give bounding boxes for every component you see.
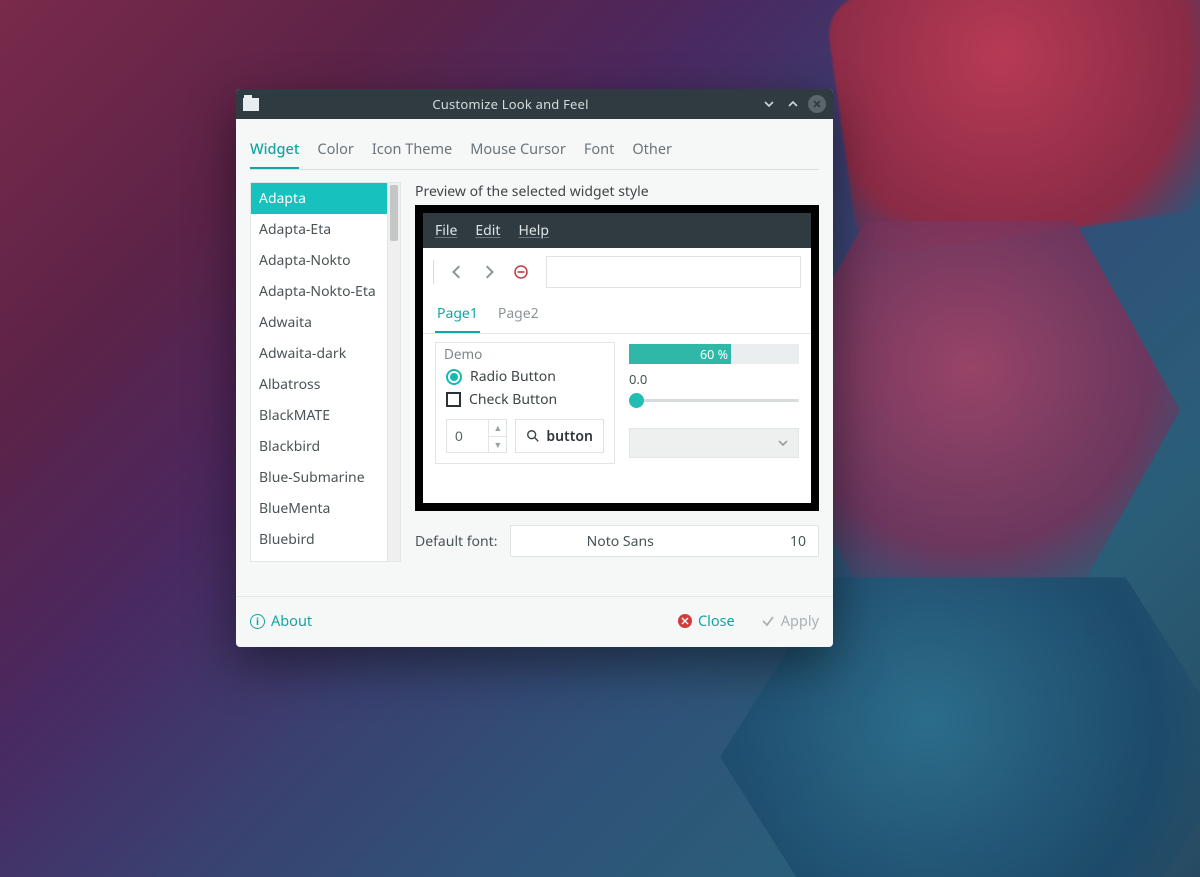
about-button[interactable]: i About: [250, 611, 312, 631]
radio-button[interactable]: Radio Button: [446, 367, 604, 386]
font-family: Noto Sans: [511, 532, 730, 551]
apply-label: Apply: [781, 611, 819, 631]
list-item[interactable]: Blue-Submarine: [251, 462, 387, 493]
list-item[interactable]: Adapta: [251, 183, 387, 214]
toolbar-handle[interactable]: [433, 260, 434, 284]
slider-value-label: 0.0: [629, 370, 799, 388]
back-button[interactable]: [444, 259, 470, 285]
menu-help[interactable]: Help: [518, 221, 549, 240]
titlebar[interactable]: Customize Look and Feel: [236, 89, 833, 119]
list-item[interactable]: Adapta-Nokto-Eta: [251, 276, 387, 307]
tab-widget[interactable]: Widget: [250, 139, 299, 169]
forward-button[interactable]: [476, 259, 502, 285]
chevron-down-icon: [778, 438, 788, 448]
preview-toolbar: [423, 248, 811, 300]
list-item[interactable]: Adwaita: [251, 307, 387, 338]
preview-label: Preview of the selected widget style: [415, 182, 819, 201]
default-font-label: Default font:: [415, 532, 498, 551]
folder-icon: [243, 98, 259, 111]
tab-color[interactable]: Color: [317, 139, 353, 169]
spin-up-icon[interactable]: ▲: [489, 420, 506, 436]
radio-label: Radio Button: [470, 367, 556, 386]
list-item[interactable]: Bluebird: [251, 524, 387, 555]
preview-inner-tabs: Page1 Page2: [423, 300, 811, 334]
close-icon: [678, 614, 692, 628]
demo-button-label: button: [546, 427, 593, 446]
demo-frame: Demo Radio Button Check Button: [435, 342, 615, 464]
tab-other[interactable]: Other: [632, 139, 672, 169]
list-item[interactable]: Adapta-Nokto: [251, 245, 387, 276]
spin-value[interactable]: [447, 420, 488, 452]
category-tabs: Widget Color Icon Theme Mouse Cursor Fon…: [250, 133, 819, 170]
list-item[interactable]: Albatross: [251, 369, 387, 400]
checkbox-icon: [446, 392, 461, 407]
combo-box[interactable]: [629, 428, 799, 458]
list-item[interactable]: Adwaita-dark: [251, 338, 387, 369]
maximize-button[interactable]: [784, 95, 802, 113]
preview-frame: File Edit Help: [415, 205, 819, 511]
menu-edit[interactable]: Edit: [475, 221, 500, 240]
minimize-button[interactable]: [760, 95, 778, 113]
tab-icon-theme[interactable]: Icon Theme: [372, 139, 452, 169]
dialog-footer: i About Close Apply: [236, 596, 833, 647]
search-icon: [526, 429, 540, 443]
info-icon: i: [250, 614, 265, 629]
progress-label: 60 %: [700, 346, 728, 363]
tab-page1[interactable]: Page1: [435, 300, 480, 333]
spin-button[interactable]: ▲ ▼: [446, 419, 507, 453]
check-icon: [761, 614, 775, 628]
stop-button[interactable]: [508, 259, 534, 285]
menu-file[interactable]: File: [435, 221, 457, 240]
demo-button[interactable]: button: [515, 419, 604, 453]
toolbar-entry[interactable]: [546, 256, 801, 288]
list-item[interactable]: BlackMATE: [251, 400, 387, 431]
font-size: 10: [790, 532, 818, 551]
settings-window: Customize Look and Feel Widget Color Ico…: [236, 89, 833, 647]
theme-list[interactable]: Adapta Adapta-Eta Adapta-Nokto Adapta-No…: [250, 182, 388, 562]
list-item[interactable]: Breeze: [251, 555, 387, 562]
list-item[interactable]: Blackbird: [251, 431, 387, 462]
default-font-button[interactable]: Noto Sans 10: [510, 525, 820, 557]
check-label: Check Button: [469, 390, 557, 409]
apply-button[interactable]: Apply: [761, 611, 819, 631]
slider-thumb[interactable]: [629, 393, 644, 408]
spin-down-icon[interactable]: ▼: [489, 436, 506, 453]
tab-page2[interactable]: Page2: [496, 300, 541, 333]
close-label: Close: [698, 611, 735, 631]
tab-mouse-cursor[interactable]: Mouse Cursor: [470, 139, 566, 169]
list-item[interactable]: Adapta-Eta: [251, 214, 387, 245]
window-title: Customize Look and Feel: [267, 95, 754, 113]
tab-font[interactable]: Font: [584, 139, 615, 169]
about-label: About: [271, 611, 312, 631]
check-button[interactable]: Check Button: [446, 390, 604, 409]
demo-legend: Demo: [444, 345, 604, 363]
theme-list-scrollbar[interactable]: [388, 182, 401, 562]
close-window-button[interactable]: [808, 95, 826, 113]
preview-menubar: File Edit Help: [423, 213, 811, 248]
close-button[interactable]: Close: [678, 611, 735, 631]
slider[interactable]: [629, 390, 799, 410]
list-item[interactable]: BlueMenta: [251, 493, 387, 524]
progress-bar: 60 %: [629, 344, 799, 364]
radio-icon: [446, 369, 462, 385]
